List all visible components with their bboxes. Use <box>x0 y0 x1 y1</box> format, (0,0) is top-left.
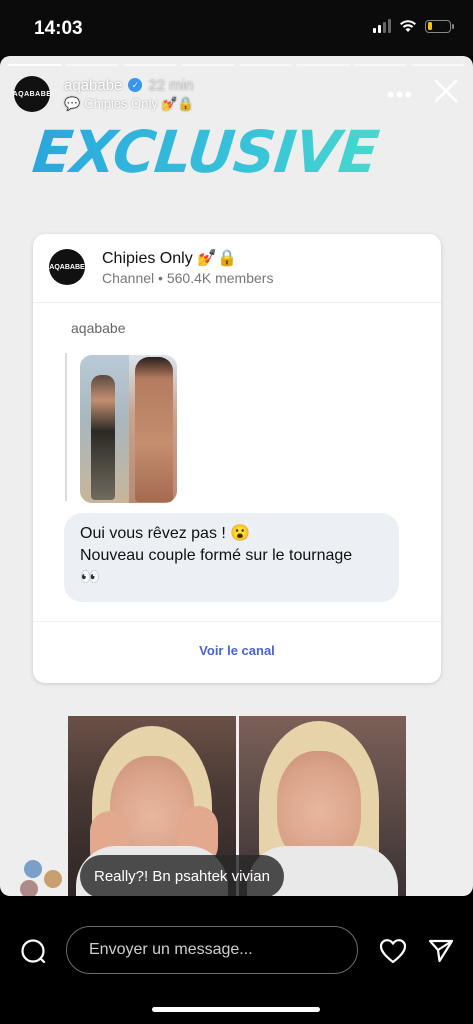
story-header[interactable]: AQABABE aqababe ✓ 22 min 💬 Chipies Only … <box>13 76 194 112</box>
author-subtitle[interactable]: Chipies Only 💅🔒 <box>84 96 194 112</box>
close-icon[interactable] <box>431 76 461 106</box>
divider <box>33 621 441 622</box>
status-time: 14:03 <box>34 18 83 39</box>
author-username[interactable]: aqababe <box>64 77 122 94</box>
channel-name: Chipies Only 💅🔒 <box>102 250 237 267</box>
message-bubble: Oui vous rêvez pas ! 😮 Nouveau couple fo… <box>64 513 399 602</box>
wifi-icon <box>400 20 416 32</box>
battery-icon <box>425 19 454 33</box>
channel-avatar: AQABABE <box>49 249 85 285</box>
message-line-1: Oui vous rêvez pas ! 😮 <box>80 525 251 542</box>
home-indicator[interactable] <box>152 1007 320 1012</box>
heart-icon[interactable] <box>379 938 407 964</box>
message-line-3: 👀 <box>80 569 100 586</box>
headline-sticker: EXCLUSIVE <box>29 118 446 186</box>
view-channel-link[interactable]: Voir le canal <box>33 643 441 658</box>
avatar <box>22 858 44 880</box>
reactor-avatars[interactable] <box>16 856 72 896</box>
battery-level <box>427 22 432 30</box>
more-options-icon[interactable]: ••• <box>387 82 413 108</box>
comment-bubble: Really?! Bn psahtek vivian <box>80 855 284 896</box>
time-ago: 22 min <box>148 76 194 94</box>
send-icon[interactable] <box>428 938 454 964</box>
post-author: aqababe <box>71 320 126 336</box>
avatar <box>18 878 40 896</box>
reply-bar: Envoyer un message... <box>0 896 473 1024</box>
status-bar: 14:03 <box>0 0 473 56</box>
quote-bar <box>65 353 67 501</box>
channel-header[interactable]: AQABABE Chipies Only 💅🔒 Channel • 560.4K… <box>49 248 273 286</box>
divider <box>33 302 441 303</box>
story-progress <box>8 64 465 66</box>
camera-icon[interactable] <box>20 938 46 964</box>
status-icons <box>373 19 454 33</box>
channel-share-card[interactable]: AQABABE Chipies Only 💅🔒 Channel • 560.4K… <box>33 234 441 683</box>
post-photo[interactable] <box>80 355 177 503</box>
avatar <box>42 868 64 890</box>
story-viewer[interactable]: AQABABE aqababe ✓ 22 min 💬 Chipies Only … <box>0 56 473 896</box>
message-line-2: Nouveau couple formé sur le tournage <box>80 547 353 564</box>
author-info[interactable]: aqababe ✓ 22 min 💬 Chipies Only 💅🔒 <box>64 77 194 112</box>
verified-badge-icon: ✓ <box>128 78 143 92</box>
channel-icon: 💬 <box>64 95 81 111</box>
channel-meta: Channel • 560.4K members <box>102 270 274 286</box>
message-input[interactable]: Envoyer un message... <box>66 926 358 974</box>
signal-icon <box>373 19 391 33</box>
author-avatar[interactable]: AQABABE <box>13 76 51 112</box>
